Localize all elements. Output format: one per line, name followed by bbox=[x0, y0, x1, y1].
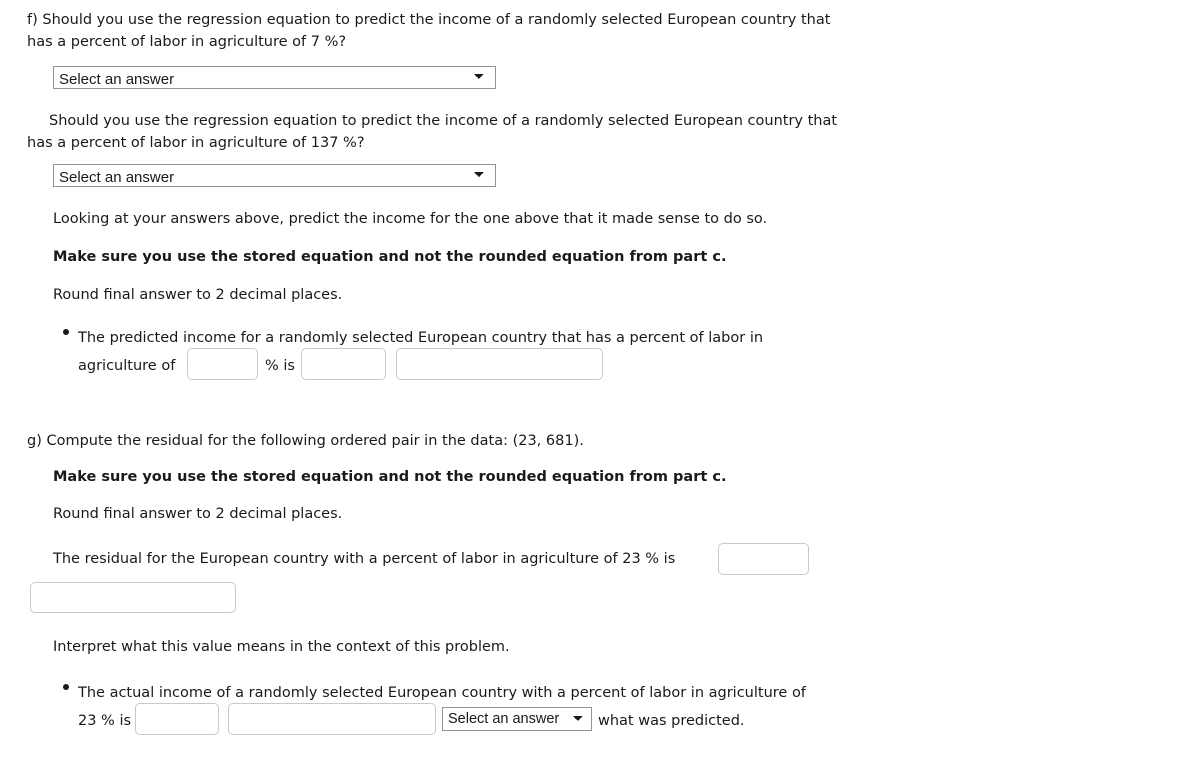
part-g-residual-sentence: The residual for the European country wi… bbox=[53, 548, 733, 570]
part-f-instruction-2: Make sure you use the stored equation an… bbox=[53, 246, 883, 268]
part-f-bullet-agriculture-label: agriculture of bbox=[78, 358, 176, 374]
part-f-percent-input[interactable] bbox=[187, 348, 258, 380]
part-f-bullet-line-1: The predicted income for a randomly sele… bbox=[78, 327, 838, 349]
part-g-bullet-line-1: The actual income of a randomly selected… bbox=[78, 682, 868, 704]
part-f-question-2: Should you use the regression equation t… bbox=[27, 110, 857, 154]
part-g-bullet-line-2-prefix: 23 % is bbox=[78, 710, 131, 732]
part-f-instruction-3-text: Round final answer to 2 decimal places. bbox=[53, 287, 343, 303]
part-g-actual-units-input[interactable] bbox=[228, 703, 436, 735]
part-g-bullet-line-2-suffix: what was predicted. bbox=[598, 710, 745, 732]
part-g-instruction-2-text: Round final answer to 2 decimal places. bbox=[53, 506, 343, 522]
part-f-instruction-1-text: Looking at your answers above, predict t… bbox=[53, 211, 768, 227]
part-f-select-2[interactable]: Select an answer bbox=[53, 164, 496, 187]
part-g-actual-amount-input[interactable] bbox=[135, 703, 219, 735]
part-f-select-1[interactable]: Select an answer bbox=[53, 66, 496, 89]
part-g-question-text: g) Compute the residual for the followin… bbox=[27, 433, 584, 449]
bullet-marker-actual-income bbox=[63, 684, 69, 690]
part-f-instruction-1: Looking at your answers above, predict t… bbox=[53, 208, 883, 230]
part-f-instruction-2-text: Make sure you use the stored equation an… bbox=[53, 249, 727, 265]
bullet-marker-predicted-income bbox=[63, 329, 69, 335]
part-f-bullet-line-1-text: The predicted income for a randomly sele… bbox=[78, 330, 764, 346]
part-g-residual-sentence-text: The residual for the European country wi… bbox=[53, 551, 676, 567]
part-g-bullet-percent-label: 23 % is bbox=[78, 713, 132, 729]
part-f-question-1-text: f) Should you use the regression equatio… bbox=[27, 12, 831, 50]
part-g-interpret-prompt-text: Interpret what this value means in the c… bbox=[53, 639, 510, 655]
worksheet-page: f) Should you use the regression equatio… bbox=[0, 0, 1200, 769]
part-g-what-was-predicted-text: what was predicted. bbox=[598, 713, 745, 729]
part-f-question-1: f) Should you use the regression equatio… bbox=[27, 9, 857, 53]
part-g-residual-input[interactable] bbox=[718, 543, 809, 575]
part-g-comparison-select[interactable]: Select an answer bbox=[442, 707, 592, 731]
part-f-income-units-input[interactable] bbox=[396, 348, 603, 380]
part-f-bullet-line-2-prefix: agriculture of bbox=[78, 355, 175, 377]
part-g-instruction-1-text: Make sure you use the stored equation an… bbox=[53, 469, 727, 485]
part-f-bullet-percent-is-label: % is bbox=[265, 355, 295, 377]
part-f-question-2-text: Should you use the regression equation t… bbox=[27, 113, 838, 151]
part-f-percent-is-text: % is bbox=[265, 358, 295, 374]
part-g-instruction-1: Make sure you use the stored equation an… bbox=[53, 466, 883, 488]
part-g-residual-units-input[interactable] bbox=[30, 582, 236, 613]
part-f-income-input[interactable] bbox=[301, 348, 386, 380]
part-g-bullet-line-1-text: The actual income of a randomly selected… bbox=[78, 685, 806, 701]
part-f-instruction-3: Round final answer to 2 decimal places. bbox=[53, 284, 883, 306]
part-g-interpret-prompt: Interpret what this value means in the c… bbox=[53, 636, 883, 658]
part-g-instruction-2: Round final answer to 2 decimal places. bbox=[53, 503, 883, 525]
part-g-question: g) Compute the residual for the followin… bbox=[27, 430, 857, 452]
